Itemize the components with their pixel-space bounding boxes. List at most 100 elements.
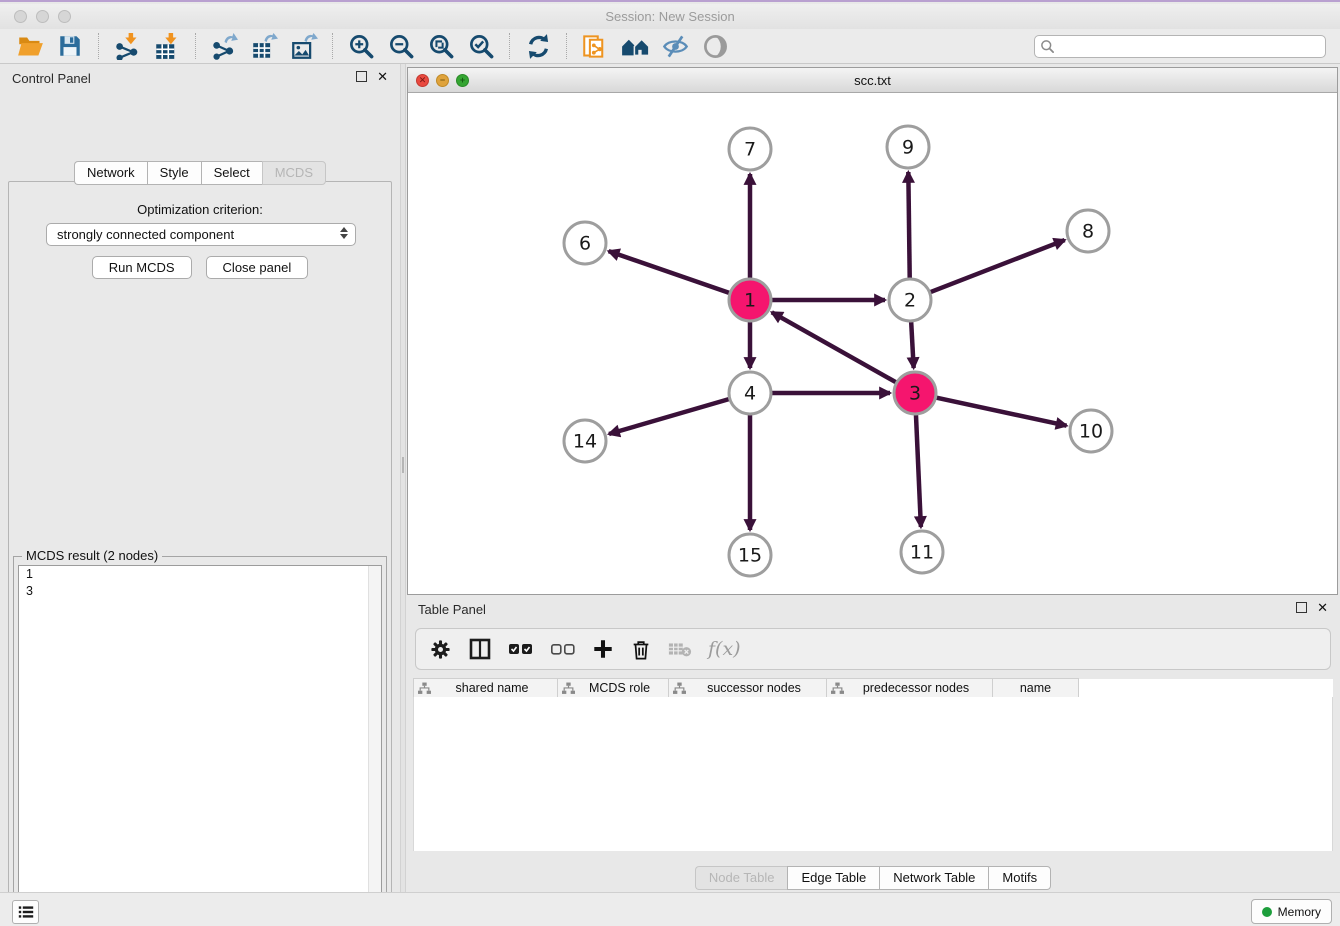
column-header-mcds-role[interactable]: MCDS role <box>558 679 669 698</box>
window-traffic-lights[interactable] <box>14 10 71 23</box>
show-column-button[interactable] <box>468 637 492 661</box>
select-all-button[interactable] <box>508 639 534 659</box>
tab-select[interactable]: Select <box>201 161 262 185</box>
zoom-out-button[interactable] <box>386 31 416 61</box>
hierarchy-icon <box>831 682 844 695</box>
svg-text:3: 3 <box>909 383 921 405</box>
svg-text:7: 7 <box>744 139 756 161</box>
graph-node-14[interactable]: 14 <box>564 420 606 462</box>
graph-node-11[interactable]: 11 <box>901 531 943 573</box>
tab-network[interactable]: Network <box>74 161 147 185</box>
zoom-fit-button[interactable] <box>426 31 456 61</box>
search-field[interactable] <box>1034 35 1326 58</box>
network-graph[interactable]: 7 9 6 8 1 2 4 3 14 10 15 11 <box>408 93 1337 594</box>
close-panel-icon[interactable]: ✕ <box>1317 602 1328 613</box>
graph-edge-2-9[interactable] <box>908 172 909 278</box>
result-scrollbar[interactable] <box>368 566 381 926</box>
zoom-window-icon[interactable] <box>58 10 71 23</box>
graph-node-9[interactable]: 9 <box>887 126 929 168</box>
svg-text:10: 10 <box>1079 421 1103 443</box>
save-session-button[interactable] <box>55 31 85 61</box>
graph-node-4[interactable]: 4 <box>729 372 771 414</box>
table-panel: Table Panel ✕ <box>406 595 1340 892</box>
graph-node-15[interactable]: 15 <box>729 534 771 576</box>
tab-motifs[interactable]: Motifs <box>988 866 1051 890</box>
clone-network-button[interactable] <box>580 31 610 61</box>
graph-node-8[interactable]: 8 <box>1067 210 1109 252</box>
import-network-button[interactable] <box>112 31 142 61</box>
graph-node-3[interactable]: 3 <box>894 372 936 414</box>
list-icon <box>17 904 35 920</box>
deselect-all-button[interactable] <box>550 639 576 659</box>
maximize-view-icon[interactable]: + <box>456 74 469 87</box>
open-session-button[interactable] <box>15 31 45 61</box>
export-table-button[interactable] <box>249 31 279 61</box>
float-panel-icon[interactable] <box>356 71 367 82</box>
tab-network-table[interactable]: Network Table <box>879 866 988 890</box>
close-panel-icon[interactable]: ✕ <box>377 71 388 82</box>
graph-edge-3-11[interactable] <box>916 415 921 527</box>
graph-edge-3-1[interactable] <box>772 312 896 382</box>
mcds-result-list[interactable]: 1 3 <box>18 565 382 926</box>
graph-edge-3-10[interactable] <box>937 398 1067 426</box>
mcds-result-item[interactable]: 3 <box>19 583 381 600</box>
create-column-button[interactable] <box>592 638 614 660</box>
column-header-name[interactable]: name <box>993 679 1079 698</box>
hide-details-button[interactable] <box>660 31 690 61</box>
table-body-background <box>413 697 1333 851</box>
run-mcds-button[interactable]: Run MCDS <box>92 256 192 279</box>
control-panel-tabs: Network Style Select MCDS <box>0 161 400 185</box>
column-header-shared-name[interactable]: shared name <box>414 679 558 698</box>
graph-edge-4-14[interactable] <box>609 399 729 434</box>
graph-node-6[interactable]: 6 <box>564 222 606 264</box>
network-window-titlebar[interactable]: ✕ − + scc.txt <box>408 68 1337 93</box>
minimize-view-icon[interactable]: − <box>436 74 449 87</box>
graph-edge-2-3[interactable] <box>911 322 913 368</box>
export-image-button[interactable] <box>289 31 319 61</box>
mcds-result-item[interactable]: 1 <box>19 566 381 583</box>
graphics-details-button[interactable] <box>620 31 650 61</box>
minimize-window-icon[interactable] <box>36 10 49 23</box>
network-canvas[interactable]: 7 9 6 8 1 2 4 3 14 10 15 11 <box>408 93 1337 594</box>
control-panel-title: Control Panel <box>12 71 91 86</box>
refresh-layout-button[interactable] <box>523 31 553 61</box>
delete-column-button[interactable] <box>630 638 652 661</box>
close-view-icon[interactable]: ✕ <box>416 74 429 87</box>
tab-node-table[interactable]: Node Table <box>695 866 788 890</box>
search-input[interactable] <box>1034 35 1326 58</box>
trash-icon <box>630 638 652 661</box>
graph-node-1[interactable]: 1 <box>729 279 771 321</box>
table-settings-button[interactable] <box>429 638 452 661</box>
memory-button[interactable]: Memory <box>1251 899 1332 924</box>
tab-edge-table[interactable]: Edge Table <box>787 866 879 890</box>
svg-text:15: 15 <box>738 545 762 567</box>
graph-node-10[interactable]: 10 <box>1070 410 1112 452</box>
close-window-icon[interactable] <box>14 10 27 23</box>
export-table-icon <box>251 33 278 60</box>
close-panel-button[interactable]: Close panel <box>206 256 309 279</box>
graph-node-7[interactable]: 7 <box>729 128 771 170</box>
column-header-predecessor-nodes[interactable]: predecessor nodes <box>827 679 993 698</box>
import-table-button[interactable] <box>152 31 182 61</box>
graph-edge-1-6[interactable] <box>609 251 730 293</box>
gear-icon <box>429 638 452 661</box>
show-tasks-button[interactable] <box>12 900 39 924</box>
hierarchy-icon <box>673 682 686 695</box>
selected-criterion: strongly connected component <box>57 227 234 242</box>
graph-edge-2-8[interactable] <box>931 240 1065 292</box>
network-file-title: scc.txt <box>408 73 1337 88</box>
column-header-successor-nodes[interactable]: successor nodes <box>669 679 827 698</box>
float-panel-icon[interactable] <box>1296 602 1307 613</box>
optimization-criterion-select[interactable]: strongly connected component <box>46 223 356 246</box>
graph-node-2[interactable]: 2 <box>889 279 931 321</box>
tab-mcds[interactable]: MCDS <box>262 161 326 185</box>
zoom-in-button[interactable] <box>346 31 376 61</box>
export-network-icon <box>211 33 238 60</box>
tab-style[interactable]: Style <box>147 161 201 185</box>
export-network-button[interactable] <box>209 31 239 61</box>
birdseye-view-button[interactable] <box>700 31 730 61</box>
refresh-icon <box>525 33 552 60</box>
mcds-panel-body: Optimization criterion: strongly connect… <box>8 181 392 926</box>
zoom-selected-button[interactable] <box>466 31 496 61</box>
export-image-icon <box>291 33 318 60</box>
